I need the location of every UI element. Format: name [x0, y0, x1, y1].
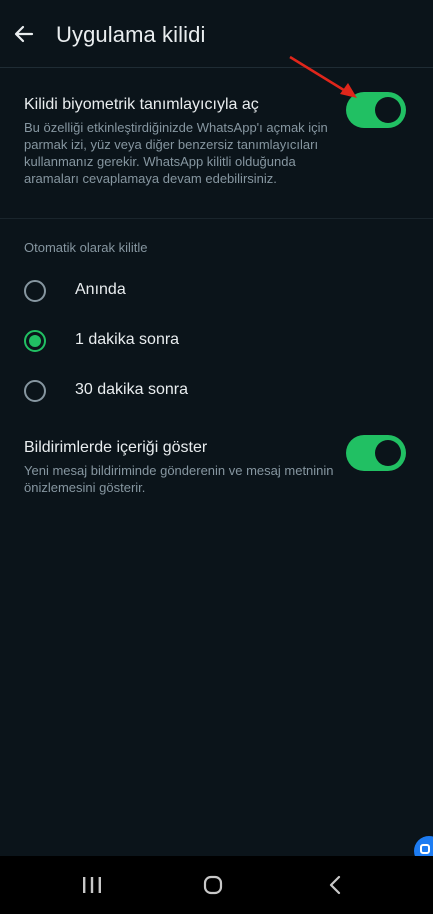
- radio-option-30-minutes[interactable]: 30 dakika sonra: [0, 368, 433, 414]
- annotation-arrow-icon: [289, 55, 357, 98]
- recent-apps-icon: [83, 877, 101, 893]
- notification-setting-description: Yeni mesaj bildiriminde gönderenin ve me…: [24, 463, 334, 495]
- radio-button-checked[interactable]: [24, 330, 46, 352]
- app-bar: Uygulama kilidi: [0, 0, 433, 68]
- home-icon: [203, 875, 223, 895]
- radio-option-1-minute[interactable]: 1 dakika sonra: [0, 318, 433, 364]
- toggle-knob: [375, 440, 401, 466]
- biometric-setting[interactable]: Kilidi biyometrik tanımlayıcıyla aç Bu ö…: [24, 95, 334, 187]
- radio-button[interactable]: [24, 380, 46, 402]
- arrow-left-icon: [14, 25, 34, 43]
- notification-content-setting[interactable]: Bildirimlerde içeriği göster Yeni mesaj …: [24, 438, 334, 496]
- notification-content-toggle[interactable]: [346, 435, 406, 471]
- radio-dot: [29, 335, 41, 347]
- biometric-setting-description: Bu özelliği etkinleştirdiğinizde WhatsAp…: [24, 120, 328, 186]
- recent-apps-button[interactable]: [72, 870, 112, 900]
- radio-label: Anında: [75, 281, 126, 298]
- bubble-glyph: [420, 844, 430, 854]
- radio-label: 1 dakika sonra: [75, 331, 180, 348]
- system-back-button[interactable]: [316, 870, 356, 900]
- back-button[interactable]: [10, 20, 38, 48]
- back-icon: [329, 875, 341, 895]
- auto-lock-section-label: Otomatik olarak kilitle: [24, 240, 148, 255]
- system-nav-bar: [0, 856, 433, 914]
- notification-setting-title: Bildirimlerde içeriği göster: [24, 439, 208, 456]
- radio-label: 30 dakika sonra: [75, 381, 188, 398]
- radio-option-immediately[interactable]: Anında: [0, 268, 433, 314]
- radio-button[interactable]: [24, 280, 46, 302]
- page-title: Uygulama kilidi: [56, 22, 206, 47]
- home-button[interactable]: [193, 870, 233, 900]
- section-divider: [0, 218, 433, 219]
- toggle-knob: [375, 97, 401, 123]
